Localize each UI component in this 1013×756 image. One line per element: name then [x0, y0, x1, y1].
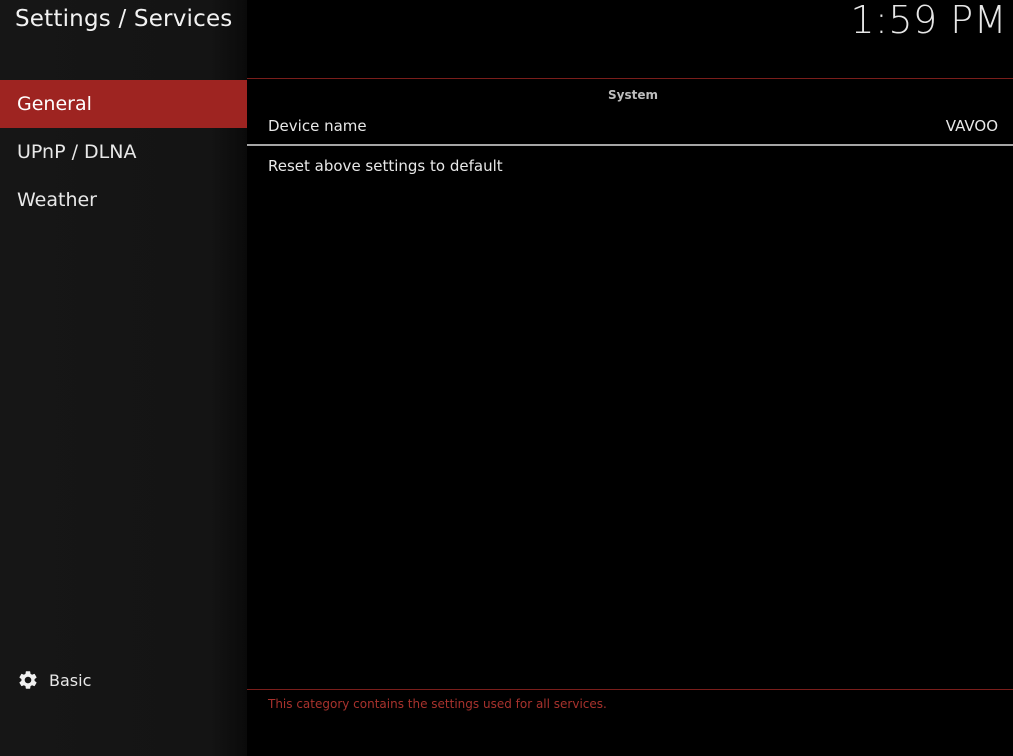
clock: 1:59 PM: [850, 0, 1007, 42]
sidebar-item-general[interactable]: General: [0, 80, 247, 128]
footer-divider: [247, 689, 1013, 690]
setting-label: Reset above settings to default: [268, 157, 503, 175]
page-title: Settings / Services: [15, 6, 233, 32]
settings-level-label: Basic: [49, 670, 92, 690]
sidebar-item-upnp-dlna[interactable]: UPnP / DLNA: [0, 128, 247, 176]
settings-panel: System Device name VAVOO Reset above set…: [247, 79, 1013, 689]
setting-label: Device name: [268, 117, 367, 135]
group-title: System: [608, 88, 658, 102]
gear-icon: [19, 671, 37, 689]
category-list: General UPnP / DLNA Weather: [0, 80, 247, 224]
settings-level-button[interactable]: Basic: [17, 668, 91, 692]
reset-settings-button[interactable]: Reset above settings to default: [247, 147, 1013, 185]
settings-window: Settings / Services General UPnP / DLNA …: [0, 0, 1013, 756]
category-description: This category contains the settings used…: [268, 697, 607, 711]
sidebar-item-weather[interactable]: Weather: [0, 176, 247, 224]
sidebar: Settings / Services General UPnP / DLNA …: [0, 0, 247, 756]
setting-value: VAVOO: [945, 117, 998, 135]
setting-device-name[interactable]: Device name VAVOO: [247, 108, 1013, 146]
